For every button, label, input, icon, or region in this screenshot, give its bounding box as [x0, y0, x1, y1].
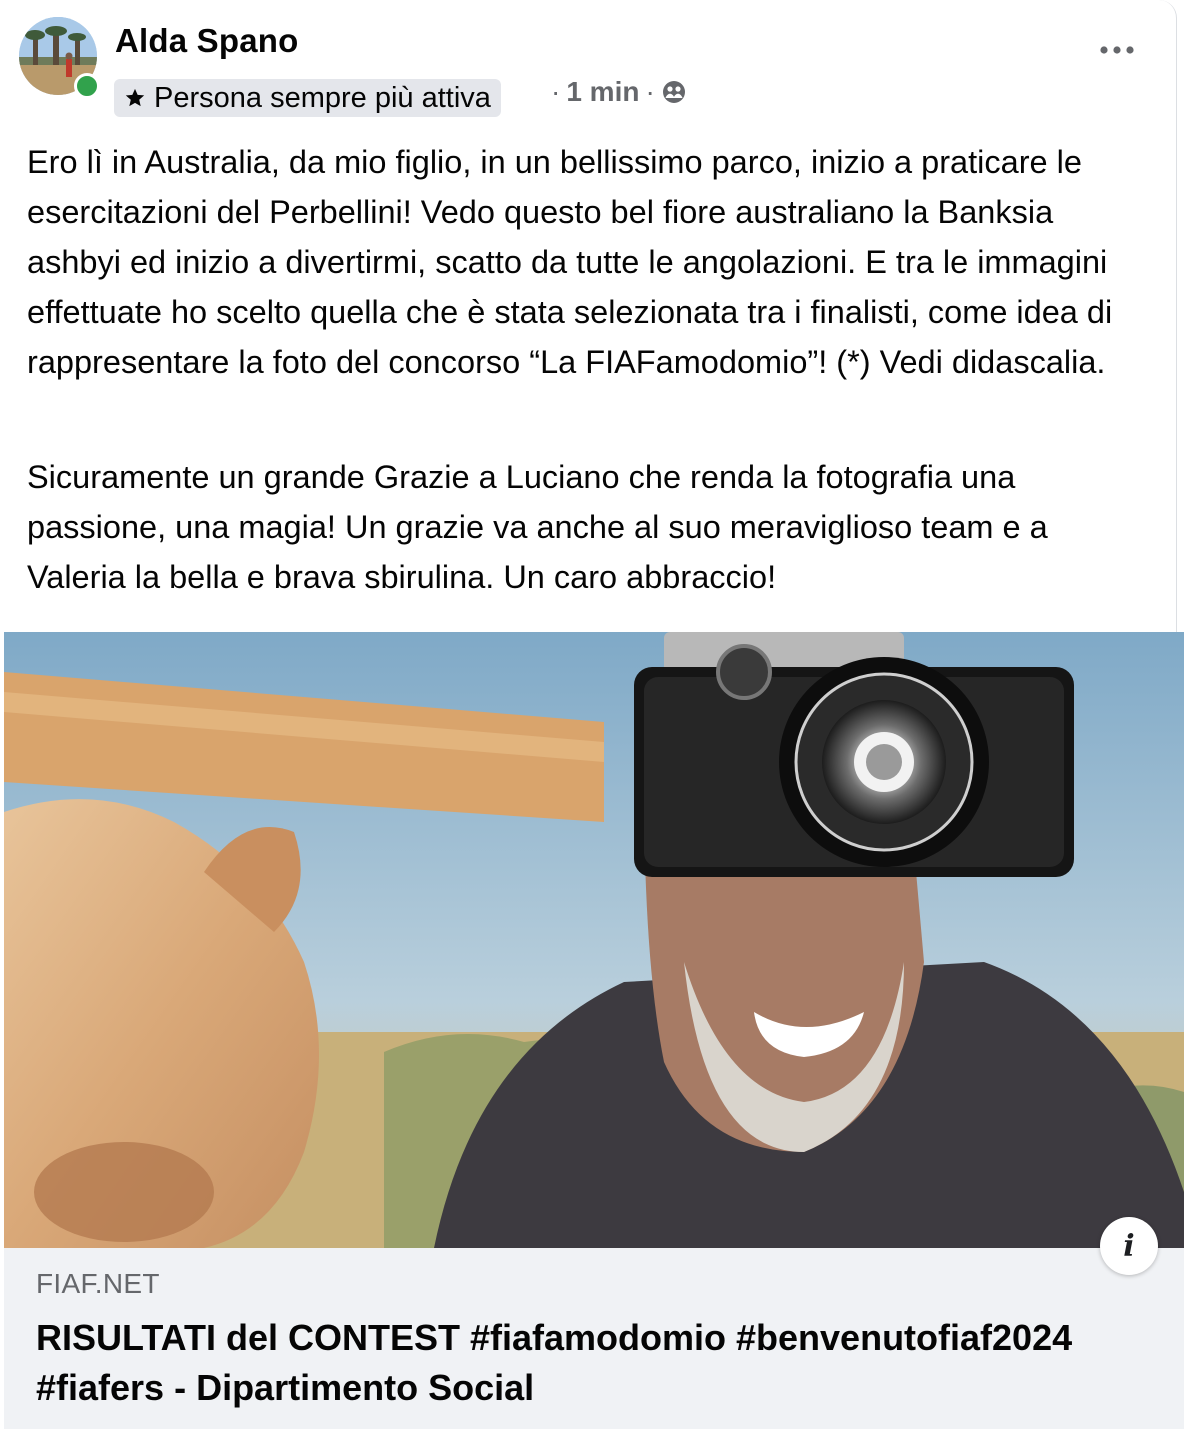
meta-separator: ·	[551, 76, 561, 107]
info-icon[interactable]: i	[1100, 1217, 1158, 1275]
star-icon	[125, 88, 145, 107]
contest-photo	[4, 632, 1184, 1248]
link-preview-image[interactable]	[4, 632, 1184, 1248]
online-status-indicator	[74, 73, 100, 99]
link-domain: FIAF.NET	[36, 1268, 160, 1299]
more-options-icon[interactable]	[1095, 40, 1139, 60]
link-title[interactable]: RISULTATI del CONTEST #fiafamodomio #ben…	[36, 1313, 1136, 1413]
author-name[interactable]: Alda Spano	[115, 22, 299, 60]
badge-label: Persona sempre più attiva	[154, 81, 491, 114]
post-text-paragraph: Ero lì in Australia, da mio figlio, in u…	[27, 144, 1113, 380]
post-text-paragraph: Sicuramente un grande Grazie a Luciano c…	[27, 459, 1048, 595]
post-meta: · 1 min ·	[551, 74, 687, 110]
friends-icon[interactable]	[661, 79, 687, 105]
meta-separator: ·	[645, 76, 655, 107]
info-glyph: i	[1123, 1228, 1135, 1264]
post-time[interactable]: 1 min	[566, 76, 639, 108]
activity-badge[interactable]: Persona sempre più attiva	[114, 79, 501, 117]
